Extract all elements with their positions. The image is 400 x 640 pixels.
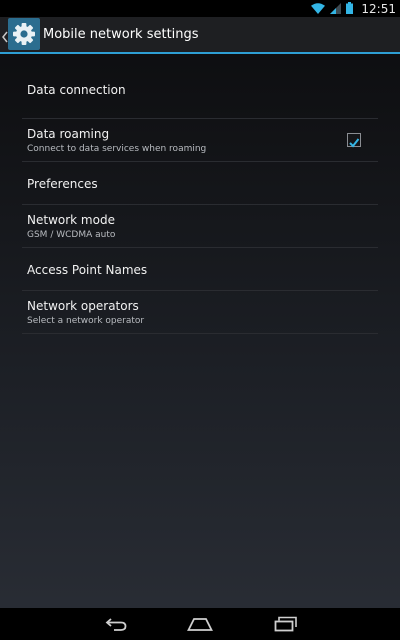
status-bar: 12:51 — [0, 0, 400, 17]
wifi-icon — [311, 0, 326, 18]
settings-list: Data connection Data roaming Connect to … — [22, 54, 378, 334]
list-item-title: Access Point Names — [27, 263, 148, 277]
list-item-access-point-names[interactable]: Access Point Names — [22, 248, 378, 291]
back-icon[interactable] — [102, 616, 130, 632]
list-item-title: Data roaming — [27, 127, 110, 141]
battery-icon — [346, 0, 354, 18]
page-title: Mobile network settings — [43, 27, 199, 42]
action-bar: Mobile network settings — [0, 17, 400, 54]
list-item-summary: GSM / WCDMA auto — [27, 230, 116, 240]
home-icon[interactable] — [186, 616, 214, 632]
recent-apps-icon[interactable] — [272, 616, 300, 632]
list-item-network-operators[interactable]: Network operators Select a network opera… — [22, 291, 378, 334]
list-item-title: Network mode — [27, 213, 115, 227]
list-item-data-roaming[interactable]: Data roaming Connect to data services wh… — [22, 119, 378, 162]
list-item-data-connection[interactable]: Data connection — [22, 54, 378, 119]
list-item-title: Preferences — [27, 177, 98, 191]
status-icons: 12:51 — [311, 0, 396, 17]
cellular-signal-icon — [330, 0, 342, 18]
list-item-network-mode[interactable]: Network mode GSM / WCDMA auto — [22, 205, 378, 248]
navigation-bar — [0, 608, 400, 640]
list-item-title: Network operators — [27, 299, 139, 313]
settings-gear-icon[interactable] — [8, 18, 40, 50]
screen: 12:51 Mobile network settings Data conne… — [0, 0, 400, 640]
status-time: 12:51 — [361, 1, 396, 16]
list-item-summary: Select a network operator — [27, 316, 145, 326]
list-item-summary: Connect to data services when roaming — [27, 144, 207, 154]
list-item-preferences[interactable]: Preferences — [22, 162, 378, 205]
list-item-title: Data connection — [27, 83, 126, 97]
checkmark-icon — [349, 138, 360, 148]
data-roaming-checkbox[interactable] — [347, 133, 361, 148]
